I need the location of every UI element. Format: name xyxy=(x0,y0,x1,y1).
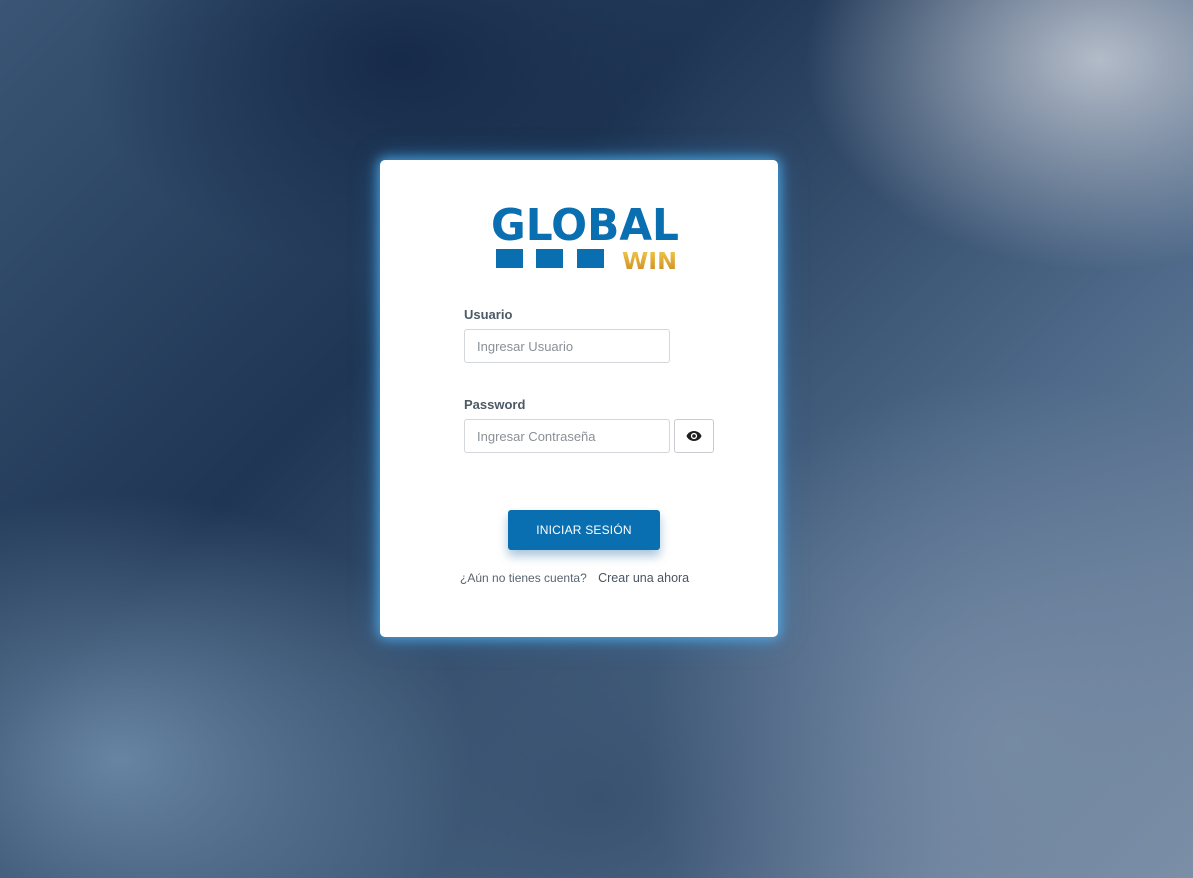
password-input[interactable] xyxy=(464,419,670,453)
svg-text:WIN: WIN xyxy=(622,249,677,272)
eye-icon xyxy=(686,431,702,441)
signup-row: ¿Aún no tienes cuenta? Crear una ahora xyxy=(460,571,689,585)
brand-logo: GLOBAL WIN xyxy=(491,200,679,272)
svg-text:GLOBAL: GLOBAL xyxy=(491,200,679,251)
password-label: Password xyxy=(464,397,526,412)
signup-link[interactable]: Crear una ahora xyxy=(598,571,689,585)
signup-prompt: ¿Aún no tienes cuenta? xyxy=(460,571,587,585)
login-card: GLOBAL WIN Usuario Password INICIAR SESI… xyxy=(380,160,778,637)
username-label: Usuario xyxy=(464,307,513,322)
username-input[interactable] xyxy=(464,329,670,363)
login-button[interactable]: INICIAR SESIÓN xyxy=(508,510,660,550)
toggle-password-visibility-button[interactable] xyxy=(674,419,714,453)
